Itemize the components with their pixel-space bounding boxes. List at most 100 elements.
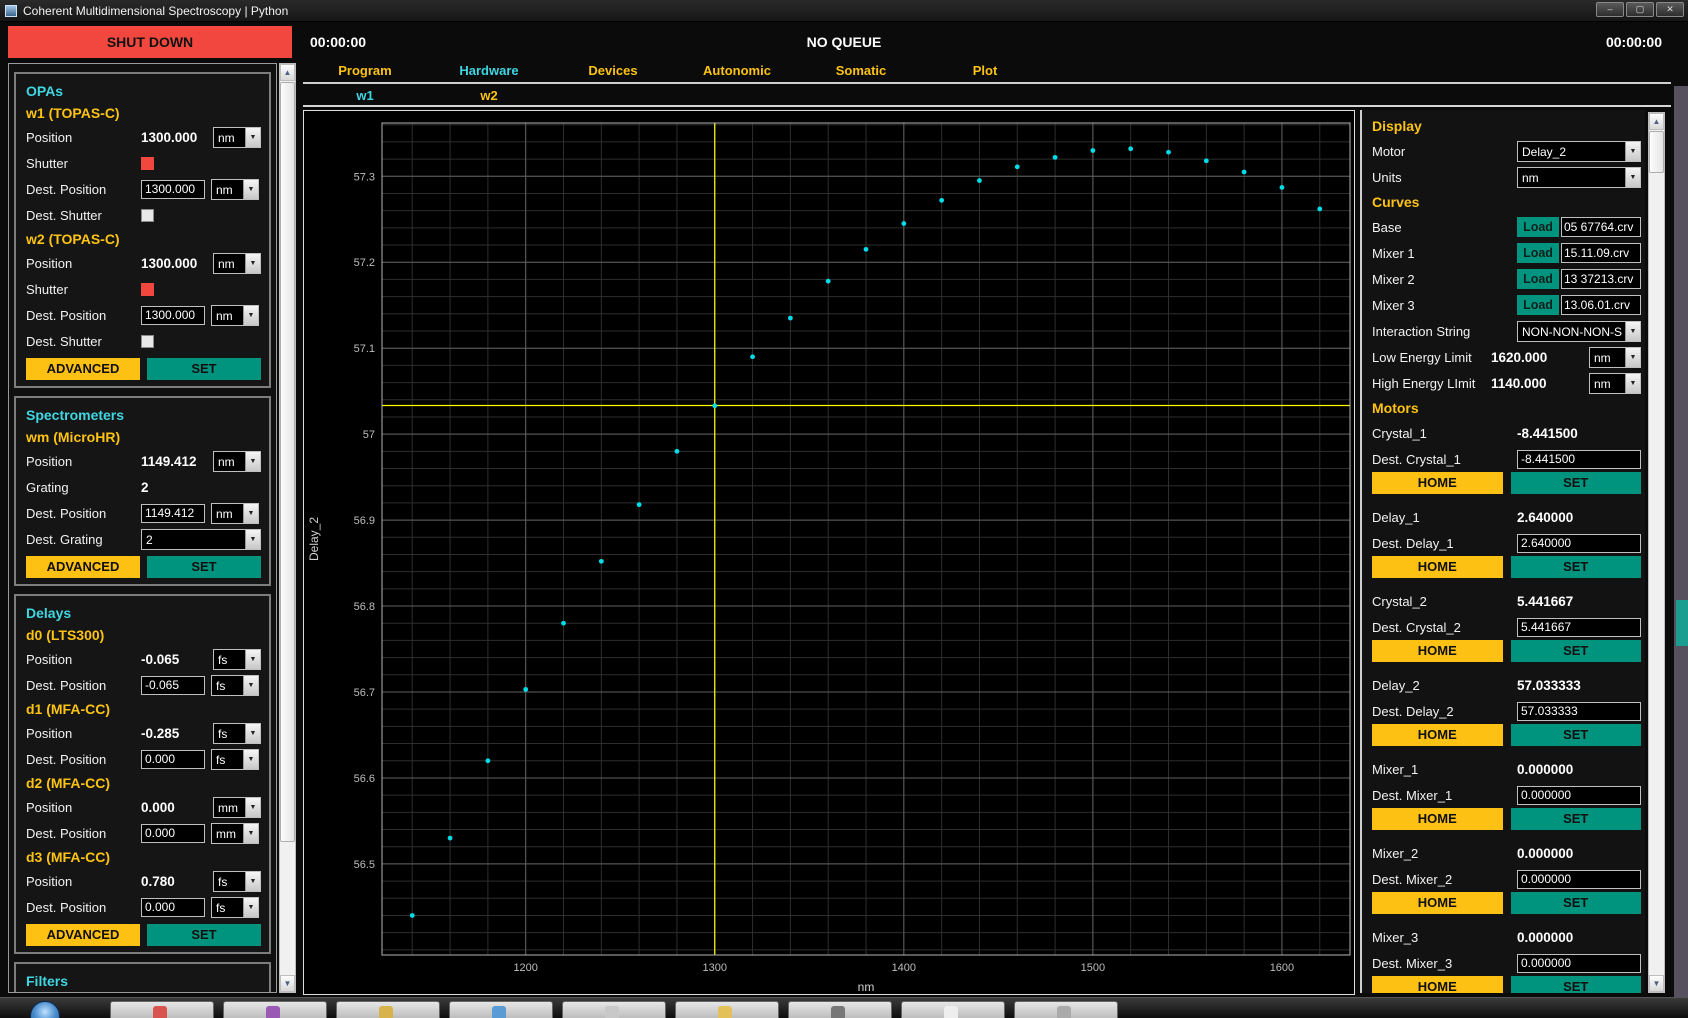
chevron-down-icon[interactable]: ▼: [243, 306, 258, 325]
chevron-down-icon[interactable]: ▼: [245, 452, 260, 471]
position-unit-select[interactable]: mm▼: [213, 797, 261, 818]
chevron-down-icon[interactable]: ▼: [243, 676, 258, 695]
dest-position-unit-select[interactable]: mm▼: [211, 823, 259, 844]
set-mixer-3-button[interactable]: SET: [1511, 976, 1642, 993]
load-mixer-1-button[interactable]: Load: [1517, 243, 1559, 263]
position-unit-select[interactable]: fs▼: [213, 723, 261, 744]
set-delay-1-button[interactable]: SET: [1511, 556, 1642, 578]
load-mixer-2-button[interactable]: Load: [1517, 269, 1559, 289]
subtab-w1[interactable]: w1: [303, 86, 427, 106]
dest-position-input[interactable]: [141, 504, 205, 523]
chevron-down-icon[interactable]: ▼: [243, 180, 258, 199]
home-delay-1-button[interactable]: HOME: [1372, 556, 1503, 578]
taskbar-app-button[interactable]: [675, 1001, 779, 1018]
maximize-button[interactable]: ▢: [1626, 2, 1654, 17]
chevron-down-icon[interactable]: ▼: [1625, 168, 1640, 187]
position-unit-select[interactable]: fs▼: [213, 649, 261, 670]
home-crystal-2-button[interactable]: HOME: [1372, 640, 1503, 662]
taskbar-app-button[interactable]: [110, 1001, 214, 1018]
position-unit-select[interactable]: nm▼: [213, 253, 261, 274]
home-crystal-1-button[interactable]: HOME: [1372, 472, 1503, 494]
dest-crystal-1-input[interactable]: [1517, 450, 1641, 469]
home-mixer-1-button[interactable]: HOME: [1372, 808, 1503, 830]
high-energy-unit-select[interactable]: nm ▼: [1589, 373, 1641, 394]
tab-somatic[interactable]: Somatic: [799, 61, 923, 81]
load-mixer-3-button[interactable]: Load: [1517, 295, 1559, 315]
interaction-select[interactable]: NON-NON-NON-S ▼: [1517, 321, 1641, 342]
mixer-3-curve-file-input[interactable]: [1561, 295, 1641, 315]
dest-mixer-2-input[interactable]: [1517, 870, 1641, 889]
tab-devices[interactable]: Devices: [551, 61, 675, 81]
low-energy-unit-select[interactable]: nm ▼: [1589, 347, 1641, 368]
tab-autonomic[interactable]: Autonomic: [675, 61, 799, 81]
dest-shutter-checkbox[interactable]: [141, 209, 154, 222]
set-crystal-2-button[interactable]: SET: [1511, 640, 1642, 662]
chevron-down-icon[interactable]: ▼: [245, 872, 260, 891]
chevron-down-icon[interactable]: ▼: [243, 824, 258, 843]
chevron-down-icon[interactable]: ▼: [245, 530, 260, 549]
dest-crystal-2-input[interactable]: [1517, 618, 1641, 637]
home-mixer-3-button[interactable]: HOME: [1372, 976, 1503, 993]
home-delay-2-button[interactable]: HOME: [1372, 724, 1503, 746]
advanced-button[interactable]: ADVANCED: [26, 358, 140, 380]
dest-shutter-checkbox[interactable]: [141, 335, 154, 348]
set-button[interactable]: SET: [147, 358, 261, 380]
position-unit-select[interactable]: fs▼: [213, 871, 261, 892]
chevron-down-icon[interactable]: ▼: [245, 254, 260, 273]
minimize-button[interactable]: –: [1596, 2, 1624, 17]
right-scrollbar-thumb[interactable]: [1649, 131, 1664, 173]
scroll-up-icon[interactable]: ▲: [1649, 113, 1664, 130]
left-scrollbar[interactable]: ▲ ▼: [279, 63, 296, 993]
taskbar-app-button[interactable]: [1014, 1001, 1118, 1018]
set-mixer-2-button[interactable]: SET: [1511, 892, 1642, 914]
dest-position-input[interactable]: [141, 898, 205, 917]
dest-delay-1-input[interactable]: [1517, 534, 1641, 553]
set-button[interactable]: SET: [147, 556, 261, 578]
dest-position-input[interactable]: [141, 306, 205, 325]
taskbar-app-button[interactable]: [901, 1001, 1005, 1018]
dest-position-unit-select[interactable]: nm▼: [211, 305, 259, 326]
position-unit-select[interactable]: nm▼: [213, 451, 261, 472]
chevron-down-icon[interactable]: ▼: [245, 798, 260, 817]
start-button-icon[interactable]: [30, 1001, 60, 1018]
chevron-down-icon[interactable]: ▼: [1625, 322, 1640, 341]
dest-mixer-1-input[interactable]: [1517, 786, 1641, 805]
chevron-down-icon[interactable]: ▼: [1625, 348, 1640, 367]
right-scrollbar[interactable]: ▲ ▼: [1648, 112, 1665, 993]
dest-position-input[interactable]: [141, 676, 205, 695]
chevron-down-icon[interactable]: ▼: [243, 504, 258, 523]
advanced-button[interactable]: ADVANCED: [26, 556, 140, 578]
left-scrollbar-thumb[interactable]: [280, 82, 295, 842]
scroll-down-icon[interactable]: ▼: [1649, 975, 1664, 992]
chevron-down-icon[interactable]: ▼: [243, 898, 258, 917]
tab-program[interactable]: Program: [303, 61, 427, 81]
scroll-up-icon[interactable]: ▲: [280, 64, 295, 81]
dest-position-unit-select[interactable]: fs▼: [211, 675, 259, 696]
taskbar-app-button[interactable]: [562, 1001, 666, 1018]
dest-delay-2-input[interactable]: [1517, 702, 1641, 721]
chevron-down-icon[interactable]: ▼: [245, 724, 260, 743]
dest-position-unit-select[interactable]: fs▼: [211, 749, 259, 770]
set-button[interactable]: SET: [147, 924, 261, 946]
dest-position-unit-select[interactable]: fs▼: [211, 897, 259, 918]
chevron-down-icon[interactable]: ▼: [245, 650, 260, 669]
advanced-button[interactable]: ADVANCED: [26, 924, 140, 946]
close-button[interactable]: ✕: [1656, 2, 1684, 17]
tab-hardware[interactable]: Hardware: [427, 61, 551, 81]
chevron-down-icon[interactable]: ▼: [243, 750, 258, 769]
set-mixer-1-button[interactable]: SET: [1511, 808, 1642, 830]
chevron-down-icon[interactable]: ▼: [1625, 142, 1640, 161]
load-base-button[interactable]: Load: [1517, 217, 1559, 237]
mixer-1-curve-file-input[interactable]: [1561, 243, 1641, 263]
dest-position-unit-select[interactable]: nm▼: [211, 503, 259, 524]
dest-mixer-3-input[interactable]: [1517, 954, 1641, 973]
dest-position-input[interactable]: [141, 750, 205, 769]
chevron-down-icon[interactable]: ▼: [1625, 374, 1640, 393]
dest-position-input[interactable]: [141, 824, 205, 843]
dest-grating-select[interactable]: 2▼: [141, 529, 261, 550]
taskbar-app-button[interactable]: [336, 1001, 440, 1018]
chevron-down-icon[interactable]: ▼: [245, 128, 260, 147]
base-curve-file-input[interactable]: [1561, 217, 1641, 237]
tab-plot[interactable]: Plot: [923, 61, 1047, 81]
taskbar-app-button[interactable]: [223, 1001, 327, 1018]
